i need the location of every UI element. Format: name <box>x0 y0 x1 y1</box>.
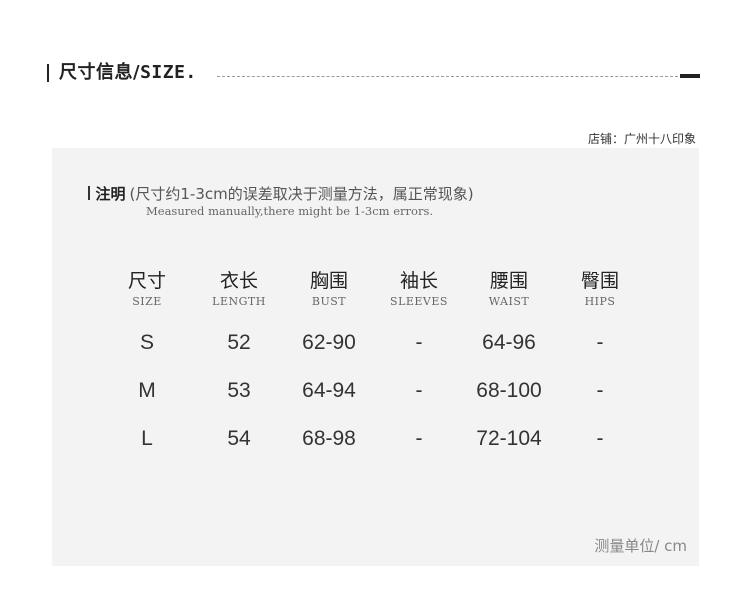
section-title-zh: 尺寸信息 <box>59 62 133 83</box>
store-label: 店铺：广州十八印象 <box>587 132 696 146</box>
header-dashed-rule <box>217 76 678 77</box>
section-title: 尺寸信息/SIZE. <box>59 60 197 86</box>
note-text-en: Measured manually,there might be 1-3cm e… <box>146 204 434 218</box>
note-line: 注明 (尺寸约1-3cm的误差取决于测量方法，属正常现象) <box>88 184 474 204</box>
table-cell: - <box>596 331 604 354</box>
header-rule-endcap <box>680 74 700 78</box>
section-title-en: SIZE. <box>140 62 197 83</box>
table-cell: - <box>596 379 604 402</box>
note-accent-bar <box>88 186 90 200</box>
column-header-hips: 臀围 <box>580 270 619 292</box>
section-header: 尺寸信息/SIZE. <box>47 60 700 86</box>
header-accent-bar <box>47 64 49 82</box>
column-subheader-hips: HIPS <box>584 295 616 308</box>
unit-label: 测量单位/ cm <box>594 537 687 555</box>
note-text: (尺寸约1-3cm的误差取决于测量方法，属正常现象) <box>129 185 474 203</box>
table-cell: - <box>596 427 604 450</box>
size-panel: 注明 (尺寸约1-3cm的误差取决于测量方法，属正常现象) Measured ma… <box>52 148 699 566</box>
note-label: 注明 <box>95 185 126 203</box>
